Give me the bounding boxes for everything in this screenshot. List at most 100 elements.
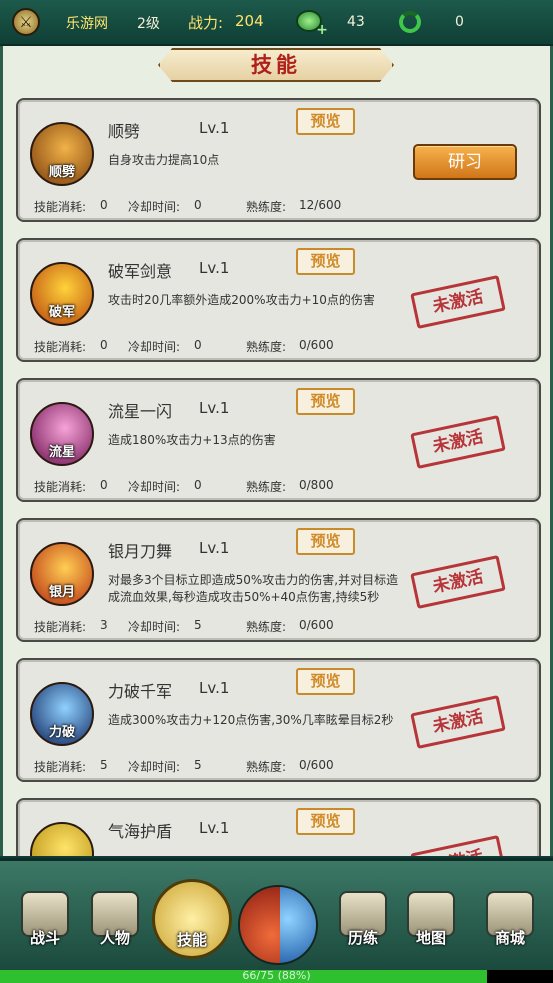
skill-level: Lv.1 xyxy=(199,259,230,277)
skill-card[interactable]: 银月 银月刀舞 Lv.1 对最多3个目标立即造成50%攻击力的伤害,并对目标造成流血效… xyxy=(16,518,541,642)
skill-name: 气海护盾 xyxy=(108,822,173,841)
cooldown-value: 0 xyxy=(194,478,202,492)
power-label: 战力: xyxy=(188,14,224,32)
panel-title: 技能 xyxy=(158,48,394,82)
nav-character[interactable]: 人物 xyxy=(82,891,148,961)
skill-card[interactable]: 顺劈 顺劈 Lv.1 自身攻击力提高10点 预览 技能消耗: 0 冷却时间: 0 熟练度: 12/6… xyxy=(16,98,541,222)
player-level: 2级 xyxy=(137,16,160,32)
skill-icon[interactable]: 流星 xyxy=(30,402,94,466)
cost-value: 5 xyxy=(100,758,108,772)
skill-description: 自身攻击力提高10点 xyxy=(108,153,220,167)
cost-value: 3 xyxy=(100,618,108,632)
preview-button[interactable]: 预览 xyxy=(296,528,355,555)
nav-character-label: 人物 xyxy=(99,929,130,947)
cost-label: 技能消耗: xyxy=(34,760,87,774)
cost-value: 0 xyxy=(100,338,108,352)
skill-icon[interactable]: 顺劈 xyxy=(30,122,94,186)
preview-button[interactable]: 预览 xyxy=(296,808,355,835)
skill-level: Lv.1 xyxy=(199,819,230,837)
nav-skills[interactable]: 技能 xyxy=(152,879,232,959)
cost-value: 0 xyxy=(100,478,108,492)
currency1-value: 43 xyxy=(347,14,365,30)
cost-label: 技能消耗: xyxy=(34,480,87,494)
skill-level: Lv.1 xyxy=(199,679,230,697)
skill-name: 力破千军 xyxy=(108,682,173,701)
skill-icon[interactable]: 破军 xyxy=(30,262,94,326)
cooldown-label: 冷却时间: xyxy=(128,340,181,354)
nav-map[interactable]: 地图 xyxy=(398,891,464,961)
skill-card[interactable]: 气海护盾 Lv.1 预览未激活 xyxy=(16,798,541,856)
proficiency-label: 熟练度: xyxy=(246,340,287,354)
mp-orb xyxy=(280,887,316,963)
inactive-stamp: 未激活 xyxy=(410,555,506,609)
power-value: 204 xyxy=(235,12,264,30)
skill-icon-label: 破军 xyxy=(48,305,75,320)
cost-label: 技能消耗: xyxy=(34,200,87,214)
skill-name: 银月刀舞 xyxy=(108,542,173,561)
proficiency-value: 0/600 xyxy=(299,338,334,352)
preview-button[interactable]: 预览 xyxy=(296,668,355,695)
skill-description: 对最多3个目标立即造成50%攻击力的伤害,并对目标造成流血效果,每秒造成攻击50… xyxy=(108,573,399,604)
skill-description: 攻击时20几率额外造成200%攻击力+10点的伤害 xyxy=(108,293,375,307)
skill-icon-label: 流星 xyxy=(48,445,75,460)
nav-map-label: 地图 xyxy=(415,929,446,947)
skill-name: 顺劈 xyxy=(108,122,141,141)
hp-mp-orbs xyxy=(238,885,318,965)
skill-card[interactable]: 力破 力破千军 Lv.1 造成300%攻击力+120点伤害,30%几率眩晕目标2秒 预览… xyxy=(16,658,541,782)
cooldown-value: 5 xyxy=(194,758,202,772)
logo-icon[interactable]: ⚔ xyxy=(12,8,40,36)
skill-name: 破军剑意 xyxy=(108,262,173,281)
nav-shop[interactable]: 商城 xyxy=(477,891,543,961)
preview-button[interactable]: 预览 xyxy=(296,248,355,275)
cost-label: 技能消耗: xyxy=(34,620,87,634)
skill-description: 造成300%攻击力+120点伤害,30%几率眩晕目标2秒 xyxy=(108,713,394,727)
skill-icon[interactable]: 银月 xyxy=(30,542,94,606)
preview-button[interactable]: 预览 xyxy=(296,388,355,415)
cooldown-label: 冷却时间: xyxy=(128,620,181,634)
cost-label: 技能消耗: xyxy=(34,340,87,354)
exp-text: 66/75 (88%) xyxy=(242,969,311,982)
cooldown-value: 0 xyxy=(194,338,202,352)
inactive-stamp: 未激活 xyxy=(410,415,506,469)
top-status-bar: ⚔ 乐游网 2级 战力: 204 43 0 xyxy=(0,0,553,46)
skill-card[interactable]: 破军 破军剑意 Lv.1 攻击时20几率额外造成200%攻击力+10点的伤害 预览技能消… xyxy=(16,238,541,362)
bottom-nav: 战斗 人物 技能 历练 地图 商城 xyxy=(0,858,553,970)
cooldown-label: 冷却时间: xyxy=(128,480,181,494)
inactive-stamp: 未激活 xyxy=(410,695,506,749)
exp-bar: 66/75 (88%) xyxy=(0,969,553,983)
nav-battle[interactable]: 战斗 xyxy=(12,891,78,961)
skill-icon-label: 顺劈 xyxy=(48,165,75,180)
hp-orb xyxy=(240,887,280,963)
skill-name: 流星一闪 xyxy=(108,402,173,421)
skill-level: Lv.1 xyxy=(199,119,230,137)
nav-battle-label: 战斗 xyxy=(29,929,60,947)
cooldown-label: 冷却时间: xyxy=(128,760,181,774)
swirl-icon[interactable] xyxy=(399,11,421,33)
skill-icon[interactable]: 力破 xyxy=(30,682,94,746)
skill-level: Lv.1 xyxy=(199,539,230,557)
skill-card[interactable]: 流星 流星一闪 Lv.1 造成180%攻击力+13点的伤害 预览技能消耗: 0 冷却时间: 0… xyxy=(16,378,541,502)
proficiency-value: 0/600 xyxy=(299,758,334,772)
skill-icon[interactable] xyxy=(30,822,94,856)
proficiency-label: 熟练度: xyxy=(246,620,287,634)
gem-plus-icon[interactable] xyxy=(296,10,328,38)
learn-button[interactable]: 研习 xyxy=(413,144,517,180)
skills-panel: 顺劈 顺劈 Lv.1 自身攻击力提高10点 预览 技能消耗: 0 冷却时间: 0 熟练度: 12/6… xyxy=(0,46,553,856)
proficiency-value: 0/600 xyxy=(299,618,334,632)
cooldown-value: 0 xyxy=(194,198,202,212)
currency2-value: 0 xyxy=(455,14,464,30)
skill-level: Lv.1 xyxy=(199,399,230,417)
skill-description: 造成180%攻击力+13点的伤害 xyxy=(108,433,276,447)
proficiency-label: 熟练度: xyxy=(246,480,287,494)
proficiency-value: 12/600 xyxy=(299,198,342,212)
inactive-stamp: 未激活 xyxy=(410,275,506,329)
proficiency-value: 0/800 xyxy=(299,478,334,492)
proficiency-label: 熟练度: xyxy=(246,200,287,214)
skill-icon-label: 力破 xyxy=(48,725,75,740)
nav-training[interactable]: 历练 xyxy=(330,891,396,961)
cooldown-label: 冷却时间: xyxy=(128,200,181,214)
skill-icon-label: 银月 xyxy=(48,585,75,600)
preview-button[interactable]: 预览 xyxy=(296,108,355,135)
nav-training-label: 历练 xyxy=(347,929,378,947)
nav-skills-label: 技能 xyxy=(176,931,207,949)
